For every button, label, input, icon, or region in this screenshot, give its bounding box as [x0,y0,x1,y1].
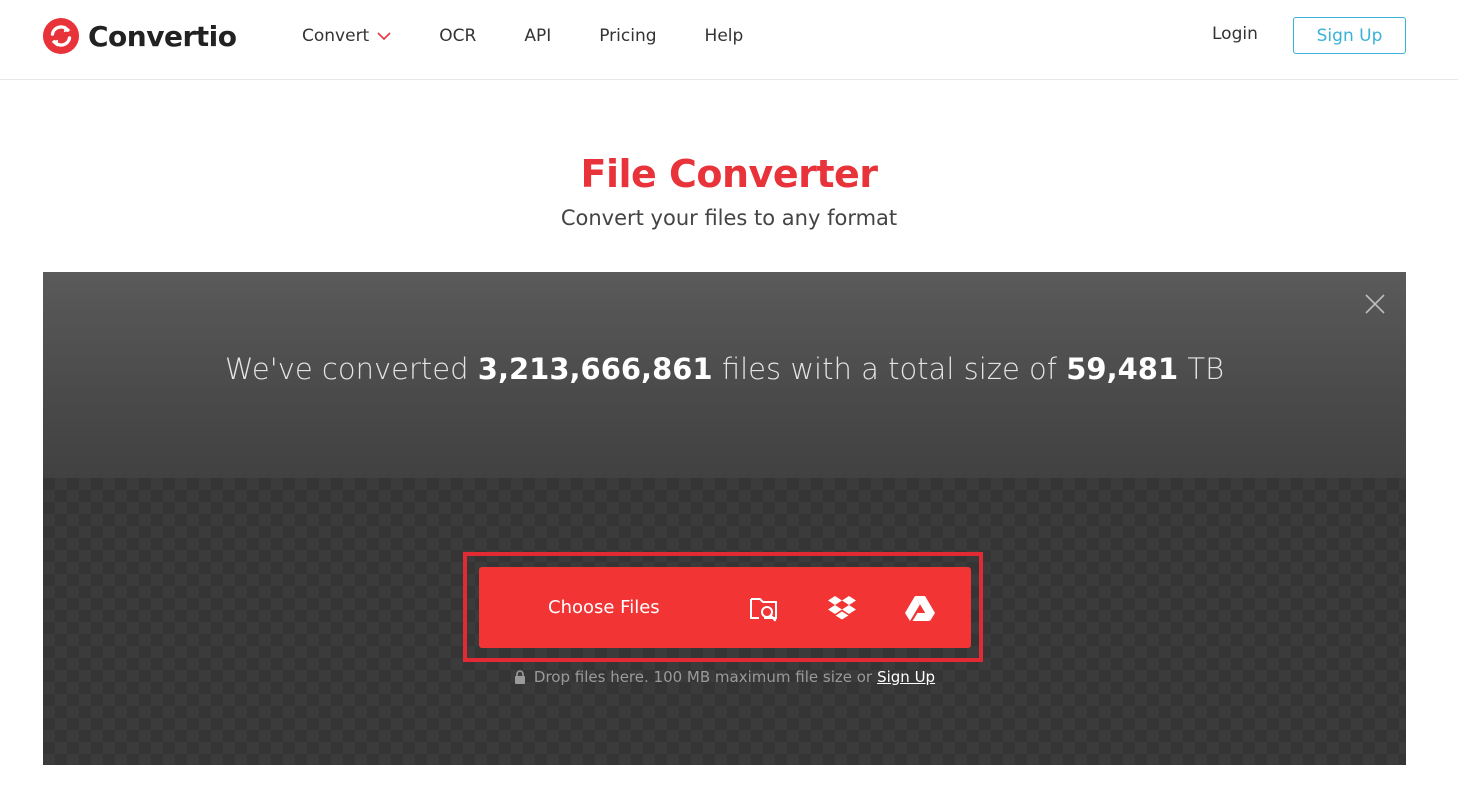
stats-middle: files with a total size of [721,352,1058,386]
nav-item-label: Convert [302,26,370,46]
stats-total-size: 59,481 [1066,352,1179,386]
drop-note-text: Drop files here. 100 MB maximum file siz… [533,668,873,686]
nav-item-help[interactable]: Help [705,26,744,46]
page-title: File Converter [580,152,878,196]
folder-search-icon[interactable] [746,590,782,626]
dropbox-icon[interactable] [824,590,860,626]
convertio-logo-icon [42,17,80,55]
lock-icon [514,670,525,684]
page-subtitle: Convert your files to any format [560,206,898,230]
nav-item-label: OCR [439,26,477,46]
choose-files-button[interactable]: Choose Files [548,597,738,618]
chevron-down-icon [377,32,391,41]
nav-item-pricing[interactable]: Pricing [599,26,656,46]
logo-text: Convertio [88,19,237,53]
top-header: Convertio Convert OCR API Pricing Help L… [0,0,1458,80]
nav-item-ocr[interactable]: OCR [439,26,476,46]
logo[interactable]: Convertio [42,16,237,56]
drop-note-signup-link[interactable]: Sign Up [877,668,935,686]
nav-item-label: Pricing [599,26,657,46]
nav-item-api[interactable]: API [524,26,551,46]
nav-item-convert[interactable]: Convert [302,26,391,46]
close-icon[interactable] [1363,292,1387,316]
login-link[interactable]: Login [1212,24,1258,44]
nav-item-label: API [524,26,552,46]
signup-button[interactable]: Sign Up [1293,17,1406,54]
drop-note: Drop files here. 100 MB maximum file siz… [43,668,1406,686]
choose-files-bar[interactable]: Choose Files [479,567,971,648]
google-drive-icon[interactable] [902,590,938,626]
upload-panel: We've converted 3,213,666,861 files with… [43,272,1406,765]
nav-item-label: Help [704,26,744,46]
stats-files-count: 3,213,666,861 [477,352,713,386]
conversion-stats: We've converted 3,213,666,861 files with… [43,352,1406,386]
stats-prefix: We've converted [224,352,469,386]
stats-unit: TB [1187,352,1225,386]
main-nav: Convert OCR API Pricing Help [302,24,791,48]
